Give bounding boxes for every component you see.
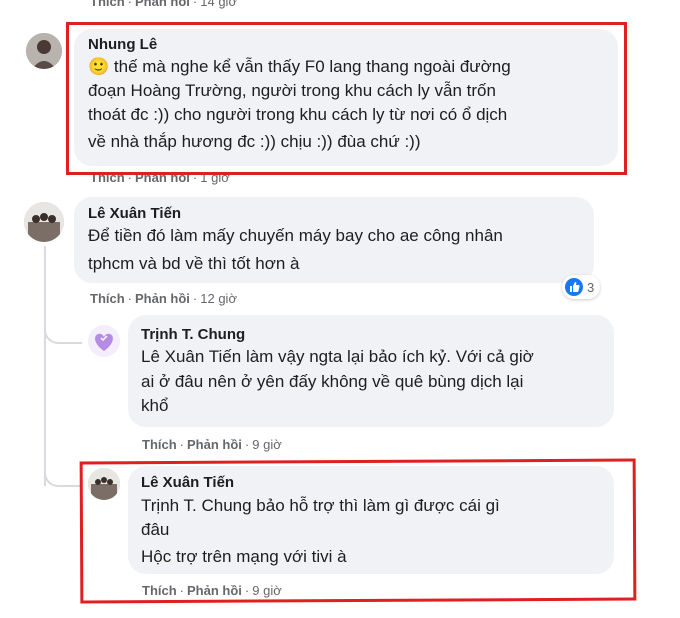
timestamp: 9 giờ [252,583,282,598]
group-photo-icon [88,468,120,500]
comment-actions: Thích · Phản hồi · 12 giờ [90,291,237,306]
reply-link[interactable]: Phản hồi [187,437,242,452]
like-link[interactable]: Thích [90,291,125,306]
comment-line: về nhà thắp hương đc :)) chịu :)) đùa ch… [88,132,421,151]
avatar[interactable] [88,325,120,357]
like-link[interactable]: Thích [90,0,125,9]
thread-line [44,246,46,486]
reaction-badge[interactable]: 3 [562,275,601,299]
comment-line: đâu [141,520,170,539]
comment-line: Để tiền đó làm mấy chuyến máy bay cho ae… [88,226,503,245]
group-photo-icon [24,202,64,242]
like-reaction-icon [565,278,583,296]
comment-author[interactable]: Nhung Lê [88,36,157,53]
reply-link[interactable]: Phản hồi [135,170,190,185]
comment-line: ai ở đâu nên ở yên đấy không về quê bùng… [141,372,524,391]
timestamp: 12 giờ [200,291,237,306]
comment-line: tphcm và bd về thì tốt hơn à [88,254,300,273]
comment-line: khổ [141,396,169,415]
thread-branch [44,455,82,487]
avatar[interactable] [88,468,120,500]
comment-actions: Thích · Phản hồi · 1 giờ [90,170,230,185]
comment-actions: Thích · Phản hồi · 9 giờ [142,583,282,598]
smile-emoji-icon: 🙂 [88,57,110,76]
reaction-count: 3 [587,279,595,295]
reply-link[interactable]: Phản hồi [187,583,242,598]
comment-text: Lê Xuân Tiến làm vậy ngta lại bảo ích kỷ… [141,345,534,369]
comment-text: Trịnh T. Chung bảo hỗ trợ thì làm gì đượ… [141,494,500,518]
mention-link[interactable]: Trịnh T. Chung [141,496,252,515]
comment-author[interactable]: Lê Xuân Tiến [88,205,181,222]
purple-heart-icon [88,325,120,357]
timestamp: 1 giờ [200,170,230,185]
thread-branch [44,310,82,344]
comment-line: thế mà nghe kể vẫn thấy F0 lang thang ng… [113,57,511,76]
timestamp: 14 giờ [200,0,237,9]
like-link[interactable]: Thích [90,170,125,185]
comment-line: bảo hỗ trợ thì làm gì được cái gì [256,496,500,515]
comment-actions: Thích · Phản hồi · 9 giờ [142,437,282,452]
reply-link[interactable]: Phản hồi [135,291,190,306]
comment-line: Hộc trợ trên mạng với tivi à [141,547,347,566]
profile-photo-icon [26,33,62,69]
top-comment-actions: Thích · Phản hồi · 14 giờ [90,0,237,9]
avatar[interactable] [26,33,62,69]
comment-line: đoạn Hoàng Trường, người trong khu cách … [88,81,496,100]
timestamp: 9 giờ [252,437,282,452]
reply-link[interactable]: Phản hồi [135,0,190,9]
like-link[interactable]: Thích [142,583,177,598]
comment-line: thoát đc :)) cho người trong khu cách ly… [88,105,508,124]
comment-author[interactable]: Trịnh T. Chung [141,326,245,343]
avatar[interactable] [24,202,64,242]
like-link[interactable]: Thích [142,437,177,452]
comment-line: làm vậy ngta lại bảo ích kỷ. Với cả giờ [245,347,534,366]
mention-link[interactable]: Lê Xuân Tiến [141,347,241,366]
comment-author[interactable]: Lê Xuân Tiến [141,474,234,491]
comment-text: 🙂 thế mà nghe kể vẫn thấy F0 lang thang … [88,55,511,79]
